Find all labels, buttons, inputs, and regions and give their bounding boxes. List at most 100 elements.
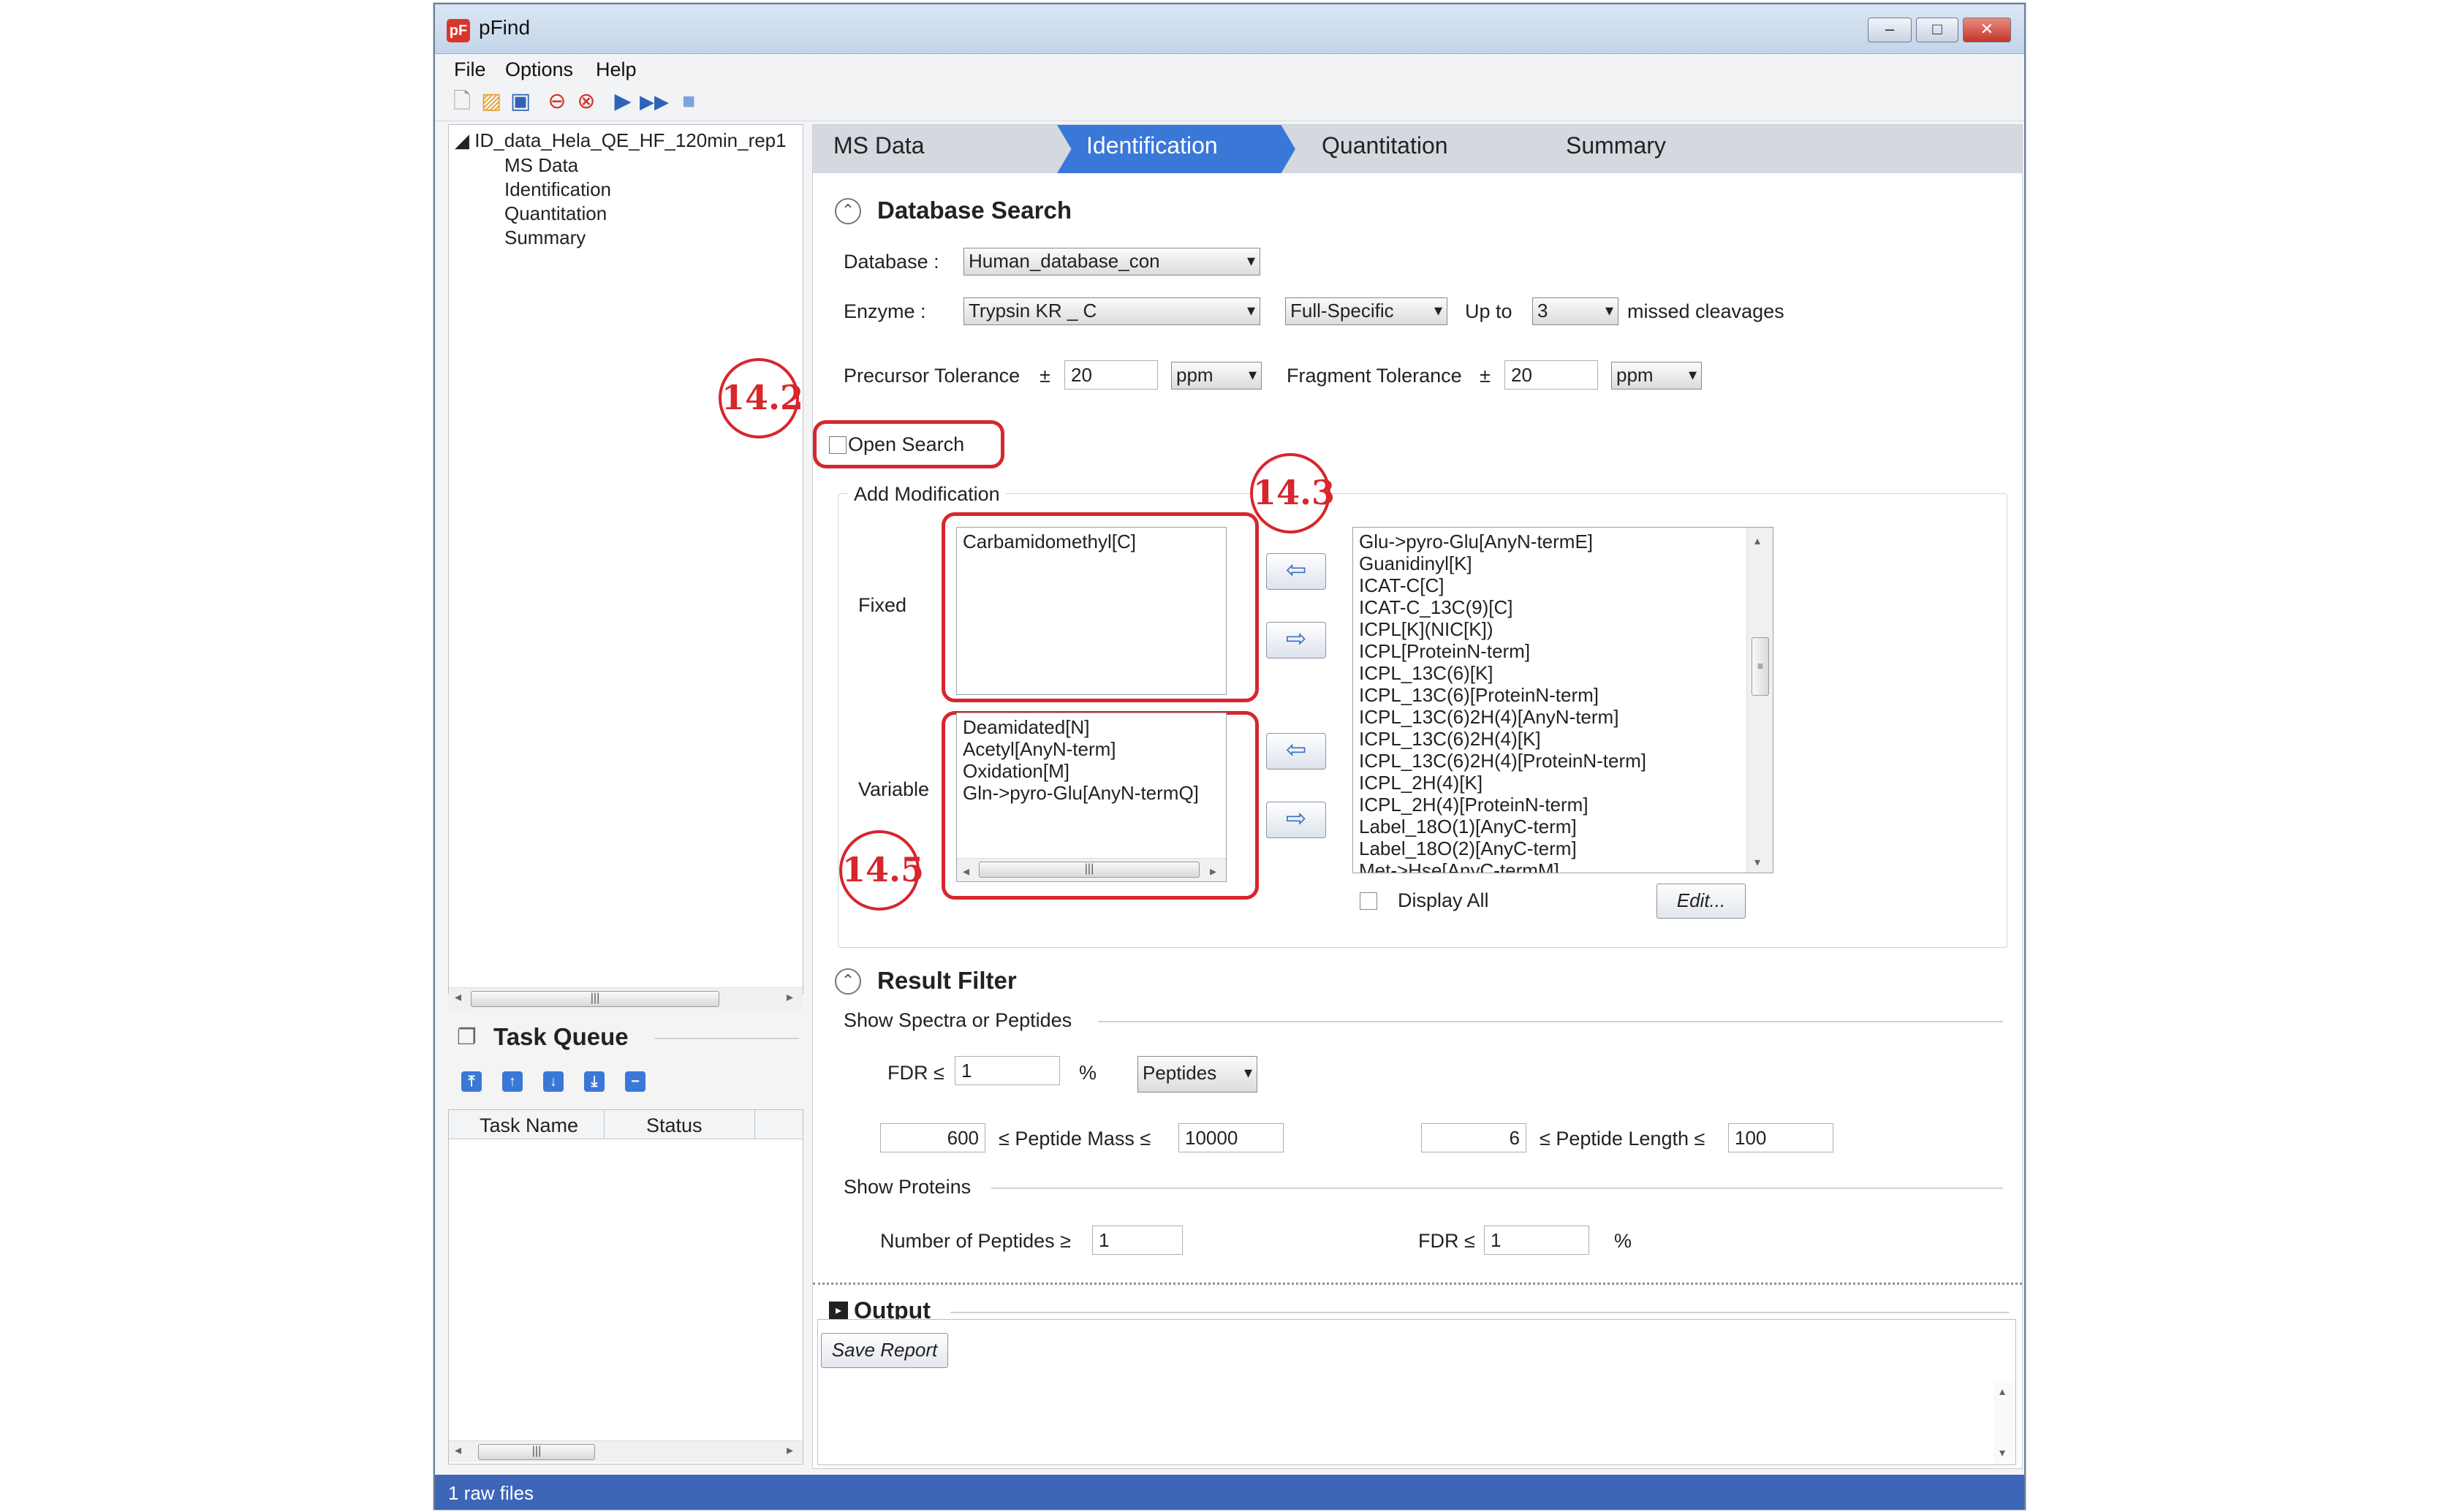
fdr-input[interactable]: 1: [955, 1056, 1060, 1085]
tab-summary[interactable]: Summary: [1566, 132, 1666, 159]
minimize-button[interactable]: –: [1868, 18, 1912, 42]
list-item[interactable]: ICPL_13C(6)2H(4)[K]: [1359, 728, 1743, 750]
list-item[interactable]: Oxidation[M]: [963, 760, 1220, 782]
list-item[interactable]: Carbamidomethyl[C]: [963, 531, 1220, 552]
scroll-left-icon[interactable]: ◂: [455, 1443, 461, 1458]
peptide-mass-min-input[interactable]: 600: [880, 1123, 985, 1152]
tree-item-summary[interactable]: Summary: [504, 227, 586, 249]
list-item[interactable]: Deamidated[N]: [963, 716, 1220, 738]
peptide-length-max-input[interactable]: 100: [1728, 1123, 1833, 1152]
list-item[interactable]: Label_18O(1)[AnyC-term]: [1359, 816, 1743, 837]
scroll-thumb[interactable]: |||: [979, 862, 1200, 878]
list-item[interactable]: Label_18O(2)[AnyC-term]: [1359, 837, 1743, 859]
protein-fdr-input[interactable]: 1: [1484, 1226, 1589, 1255]
run-icon[interactable]: ▶: [610, 89, 635, 114]
remove-task-icon[interactable]: −: [625, 1071, 645, 1092]
scroll-left-icon[interactable]: ◂: [455, 989, 461, 1005]
column-status[interactable]: Status: [646, 1114, 703, 1137]
scroll-right-icon[interactable]: ▸: [787, 1443, 793, 1458]
tab-ms-data[interactable]: MS Data: [833, 132, 924, 159]
open-folder-icon[interactable]: ▨: [479, 89, 504, 114]
fragment-unit-select[interactable]: ppm: [1611, 362, 1702, 390]
tree-item-ms-data[interactable]: MS Data: [504, 154, 578, 177]
list-item[interactable]: Gln->pyro-Glu[AnyN-termQ]: [963, 782, 1220, 804]
move-down-icon[interactable]: ↓: [543, 1071, 564, 1092]
list-item[interactable]: Glu->pyro-Glu[AnyN-termE]: [1359, 531, 1743, 552]
scroll-thumb[interactable]: |||: [478, 1444, 595, 1460]
number-of-peptides-input[interactable]: 1: [1092, 1226, 1183, 1255]
menu-options[interactable]: Options: [505, 58, 573, 81]
precursor-unit-select[interactable]: ppm: [1171, 362, 1262, 390]
save-icon[interactable]: ▣: [508, 89, 533, 114]
list-item[interactable]: ICPL_2H(4)[K]: [1359, 772, 1743, 794]
scroll-down-icon[interactable]: ▾: [1754, 852, 1760, 873]
scroll-up-icon[interactable]: ▴: [1754, 531, 1760, 552]
list-item[interactable]: ICPL[K](NIC[K]): [1359, 618, 1743, 640]
maximize-button[interactable]: □: [1916, 18, 1958, 42]
scroll-thumb[interactable]: ≡: [1752, 637, 1769, 696]
enzyme-select[interactable]: Trypsin KR _ C: [963, 297, 1260, 325]
list-item[interactable]: ICPL_13C(6)[ProteinN-term]: [1359, 684, 1743, 706]
variable-horizontal-scrollbar[interactable]: ◂ ||| ▸: [957, 858, 1226, 881]
move-top-icon[interactable]: ⤒: [461, 1071, 482, 1092]
move-bottom-icon[interactable]: ⤓: [584, 1071, 605, 1092]
tab-identification[interactable]: Identification: [1057, 125, 1295, 173]
list-item[interactable]: ICPL_13C(6)[K]: [1359, 662, 1743, 684]
menu-help[interactable]: Help: [596, 58, 637, 81]
database-select[interactable]: Human_database_con: [963, 248, 1260, 276]
save-report-button[interactable]: Save Report: [821, 1333, 948, 1368]
expand-triangle-icon[interactable]: ◢: [455, 129, 469, 151]
scroll-down-icon[interactable]: ▾: [1999, 1445, 2005, 1460]
list-item[interactable]: ICPL_13C(6)2H(4)[AnyN-term]: [1359, 706, 1743, 728]
edit-modifications-button[interactable]: Edit...: [1656, 884, 1746, 919]
close-button[interactable]: ✕: [1963, 18, 2011, 42]
move-up-icon[interactable]: ↑: [502, 1071, 523, 1092]
missed-cleavages-select[interactable]: 3: [1532, 297, 1618, 325]
tree-root[interactable]: ◢ ID_data_Hela_QE_HF_120min_rep1: [455, 129, 787, 152]
open-search-label[interactable]: Open Search: [848, 433, 964, 456]
scroll-thumb[interactable]: |||: [471, 991, 719, 1007]
open-search-checkbox[interactable]: [829, 436, 847, 454]
cancel-icon[interactable]: ⊗: [574, 89, 599, 114]
precursor-tolerance-input[interactable]: 20: [1064, 360, 1158, 390]
list-item[interactable]: ICAT-C_13C(9)[C]: [1359, 596, 1743, 618]
fragment-tolerance-input[interactable]: 20: [1504, 360, 1598, 390]
collapse-database-search-icon[interactable]: ⌃: [835, 198, 861, 224]
fdr-level-select[interactable]: Peptides: [1137, 1056, 1257, 1093]
scroll-right-icon[interactable]: ▸: [1210, 860, 1216, 881]
list-item[interactable]: ICPL_13C(6)2H(4)[ProteinN-term]: [1359, 750, 1743, 772]
scroll-up-icon[interactable]: ▴: [1999, 1384, 2005, 1399]
panel-splitter[interactable]: [813, 1283, 2022, 1288]
peptide-length-min-input[interactable]: 6: [1421, 1123, 1526, 1152]
list-item[interactable]: Guanidinyl[K]: [1359, 552, 1743, 574]
column-task-name[interactable]: Task Name: [480, 1114, 578, 1137]
peptide-mass-max-input[interactable]: 10000: [1178, 1123, 1284, 1152]
collapse-result-filter-icon[interactable]: ⌃: [835, 968, 861, 995]
task-horizontal-scrollbar[interactable]: ◂ ||| ▸: [449, 1440, 803, 1462]
list-item[interactable]: Acetyl[AnyN-term]: [963, 738, 1220, 760]
variable-modification-list[interactable]: Deamidated[N] Acetyl[AnyN-term] Oxidatio…: [956, 713, 1227, 882]
run-all-icon[interactable]: ▶▶: [640, 89, 669, 114]
tab-quantitation[interactable]: Quantitation: [1322, 132, 1448, 159]
menu-file[interactable]: File: [454, 58, 486, 81]
new-file-icon[interactable]: 🗋: [450, 89, 474, 114]
add-fixed-button[interactable]: ⇨: [1266, 622, 1326, 658]
stop-square-icon[interactable]: ■: [676, 89, 701, 114]
list-item[interactable]: ICAT-C[C]: [1359, 574, 1743, 596]
output-vertical-scrollbar[interactable]: ▴ ▾: [1993, 1381, 2015, 1464]
scroll-left-icon[interactable]: ◂: [963, 860, 969, 881]
available-modification-list[interactable]: Glu->pyro-Glu[AnyN-termE] Guanidinyl[K] …: [1352, 527, 1773, 873]
tree-item-quantitation[interactable]: Quantitation: [504, 202, 607, 225]
add-variable-button[interactable]: ⇨: [1266, 802, 1326, 838]
tree-item-identification[interactable]: Identification: [504, 178, 611, 201]
remove-variable-button[interactable]: ⇦: [1266, 733, 1326, 770]
fixed-modification-list[interactable]: Carbamidomethyl[C]: [956, 527, 1227, 695]
list-item[interactable]: ICPL[ProteinN-term]: [1359, 640, 1743, 662]
tree-horizontal-scrollbar[interactable]: ◂ ||| ▸: [449, 987, 803, 1009]
remove-fixed-button[interactable]: ⇦: [1266, 553, 1326, 590]
display-all-label[interactable]: Display All: [1398, 889, 1489, 912]
list-item[interactable]: ICPL_2H(4)[ProteinN-term]: [1359, 794, 1743, 816]
list-item[interactable]: Met->Hse[AnyC-termM]: [1359, 859, 1743, 873]
scroll-right-icon[interactable]: ▸: [787, 989, 793, 1005]
available-vertical-scrollbar[interactable]: ▴ ≡ ▾: [1746, 528, 1773, 873]
